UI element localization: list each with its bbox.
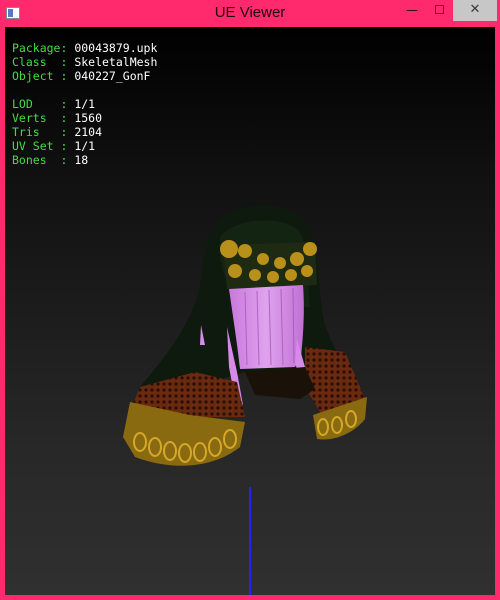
close-button[interactable]: ✕ [453,0,497,21]
title-bar[interactable]: UE Viewer — ☐ ✕ [0,0,500,27]
maximize-button[interactable]: ☐ [426,0,453,21]
hair-bangs [229,285,304,369]
mesh-preview[interactable] [5,27,495,595]
viewport[interactable]: Package: 00043879.upk Class : SkeletalMe… [5,27,495,595]
app-window: UE Viewer — ☐ ✕ Package: 00043879.upk Cl… [0,0,500,600]
minimize-button[interactable]: — [398,0,426,21]
